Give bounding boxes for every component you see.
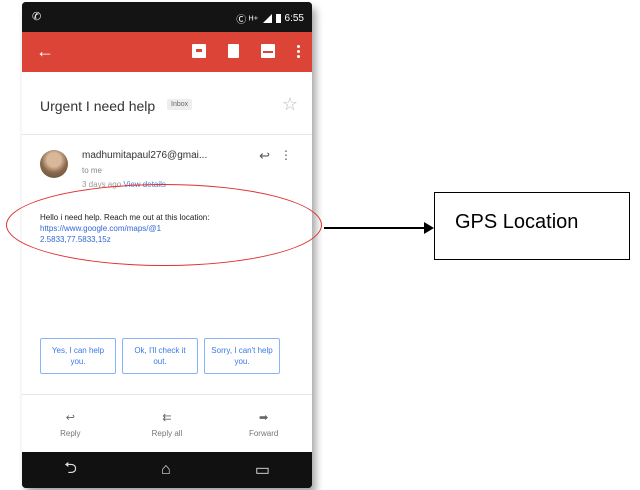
reply-button[interactable]: ↩ Reply [35, 411, 105, 438]
status-time: 6:55 [284, 13, 304, 24]
arrow-left-icon[interactable]: ← [36, 41, 54, 61]
reply-icon: ↩ [65, 411, 75, 424]
annotation-arrow-line [324, 227, 426, 229]
battery-icon [275, 14, 281, 23]
signal-icon [262, 14, 272, 23]
whatsapp-icon: ✆ [32, 11, 42, 23]
app-bar: ← [22, 32, 312, 72]
back-icon[interactable]: ⮌ [64, 457, 77, 484]
status-bar: ✆ Ⓒ ᴴ⁺ 6:55 [22, 2, 312, 32]
avatar[interactable] [40, 150, 68, 178]
smart-replies: Yes, I can help you. Ok, I'll check it o… [40, 338, 302, 374]
sender-email: madhumitapaul276@gmai... [82, 150, 208, 161]
annotation-arrow-head [424, 222, 434, 234]
reply-label: Reply [60, 428, 81, 438]
reply-icon[interactable]: ↩ [259, 148, 270, 164]
star-icon[interactable]: ☆ [282, 94, 298, 115]
mail-icon[interactable] [261, 44, 275, 58]
android-nav-bar: ⮌ ⌂ ▭ [22, 452, 312, 488]
smart-reply-yes[interactable]: Yes, I can help you. [40, 338, 116, 374]
forward-icon: ➡ [259, 411, 269, 424]
email-actions: ↩ Reply ⇇ Reply all ➡ Forward [22, 394, 312, 453]
reply-all-button[interactable]: ⇇ Reply all [132, 411, 202, 438]
more-vert-icon[interactable]: ⋮ [280, 148, 292, 162]
reply-all-label: Reply all [151, 428, 183, 438]
inbox-label-badge[interactable]: Inbox [167, 99, 193, 110]
trash-icon[interactable] [228, 44, 239, 58]
smart-reply-sorry[interactable]: Sorry, I can't help you. [204, 338, 280, 374]
status-indicators: Ⓒ ᴴ⁺ 6:55 [236, 11, 304, 26]
recents-icon[interactable]: ▭ [255, 460, 270, 480]
highlight-ellipse [6, 184, 322, 266]
archive-icon[interactable] [192, 44, 206, 58]
subject-row: Urgent I need help Inbox ☆ [22, 72, 312, 135]
gps-location-callout: GPS Location [434, 192, 630, 260]
status-indicator-text: Ⓒ ᴴ⁺ [236, 15, 259, 26]
more-vert-icon[interactable] [297, 44, 300, 58]
smart-reply-check[interactable]: Ok, I'll check it out. [122, 338, 198, 374]
recipient-text[interactable]: to me [82, 166, 102, 175]
home-icon[interactable]: ⌂ [161, 461, 171, 479]
forward-label: Forward [248, 428, 279, 438]
forward-button[interactable]: ➡ Forward [229, 411, 299, 438]
email-subject: Urgent I need help [40, 98, 156, 114]
reply-all-icon: ⇇ [162, 411, 172, 424]
